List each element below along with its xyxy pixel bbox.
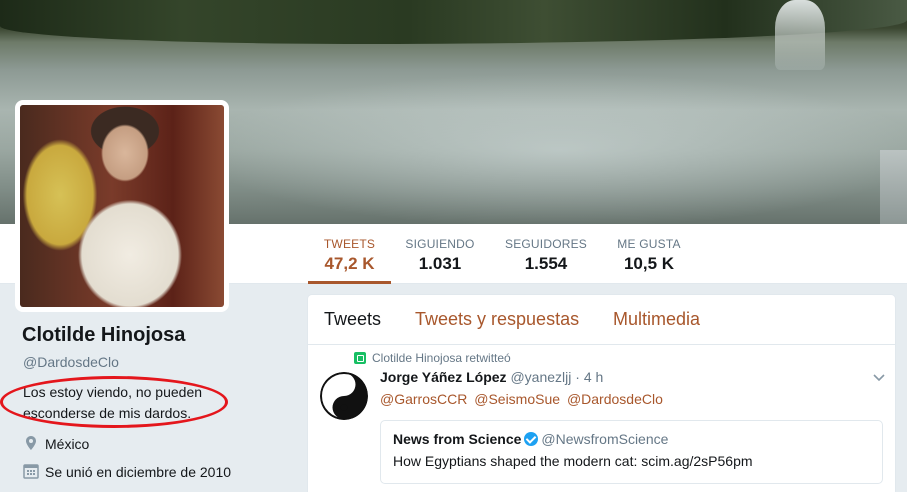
tweet-separator: · (575, 369, 580, 385)
stat-following[interactable]: SIGUIENDO 1.031 (398, 224, 482, 284)
profile-avatar[interactable] (15, 100, 229, 312)
stat-label: SEGUIDORES (504, 237, 587, 251)
chevron-down-icon[interactable] (873, 371, 885, 383)
avatar-portrait (20, 105, 224, 307)
timeline-card: Tweets Tweets y respuestas Multimedia Cl… (307, 294, 896, 492)
stat-value: 10,5 K (623, 254, 675, 273)
location-text: México (45, 436, 90, 452)
verified-badge-icon (524, 432, 539, 446)
stat-value: 1.554 (524, 254, 568, 273)
retweet-icon (354, 352, 366, 364)
quote-author-name: News from Science (393, 431, 522, 447)
calendar-icon (23, 464, 39, 479)
stat-label: TWEETS (323, 237, 376, 251)
tweet-header: Jorge Yáñez López @yanezljj · 4 h (380, 369, 603, 385)
mention-link[interactable]: @SeismoSue (474, 391, 560, 407)
red-annotation-circle (0, 376, 228, 428)
tweet-time[interactable]: 4 h (584, 369, 603, 385)
timeline-tabs: Tweets Tweets y respuestas Multimedia (308, 295, 895, 345)
tweet-author-handle[interactable]: @yanezljj (510, 369, 571, 385)
mention-link[interactable]: @GarrosCCR (380, 391, 467, 407)
yin-yang-icon (320, 372, 368, 420)
tab-tweets-replies[interactable]: Tweets y respuestas (415, 309, 579, 330)
tweet-author-name[interactable]: Jorge Yáñez López (380, 369, 507, 385)
tweet-author-avatar[interactable] (320, 372, 368, 420)
banner-fountain (775, 0, 825, 70)
quote-author-handle: @NewsfromScience (541, 431, 669, 447)
tab-tweets[interactable]: Tweets (324, 309, 381, 330)
stat-followers[interactable]: SEGUIDORES 1.554 (500, 224, 592, 284)
joined-text: Se unió en diciembre de 2010 (45, 464, 232, 480)
profile-joined: Se unió en diciembre de 2010 (23, 463, 231, 480)
quote-header: News from Science @NewsfromScience (393, 431, 870, 447)
stat-likes[interactable]: ME GUSTA 10,5 K (612, 224, 686, 284)
retweet-note[interactable]: Clotilde Hinojosa retwitteó (372, 351, 511, 365)
profile-handle[interactable]: @DardosdeClo (23, 354, 119, 370)
stat-label: ME GUSTA (617, 237, 681, 251)
stat-tweets[interactable]: TWEETS 47,2 K (308, 224, 391, 284)
banner-railing (880, 150, 907, 224)
quote-text: How Egyptians shaped the modern cat: sci… (393, 453, 753, 469)
mention-link[interactable]: @DardosdeClo (567, 391, 663, 407)
banner-trees (0, 0, 907, 44)
profile-name[interactable]: Clotilde Hinojosa (22, 324, 185, 347)
map-pin-icon (26, 436, 36, 450)
tab-media[interactable]: Multimedia (613, 309, 700, 330)
stat-label: SIGUIENDO (405, 237, 475, 251)
tweet-text: @GarrosCCR @SeismoSue @DardosdeClo (380, 391, 666, 407)
stat-value: 47,2 K (324, 254, 375, 273)
retweet-context: Clotilde Hinojosa retwitteó (354, 351, 511, 365)
quoted-tweet[interactable]: News from Science @NewsfromScience How Eg… (380, 420, 883, 484)
stat-value: 1.031 (418, 254, 462, 273)
profile-location: México (23, 435, 89, 452)
